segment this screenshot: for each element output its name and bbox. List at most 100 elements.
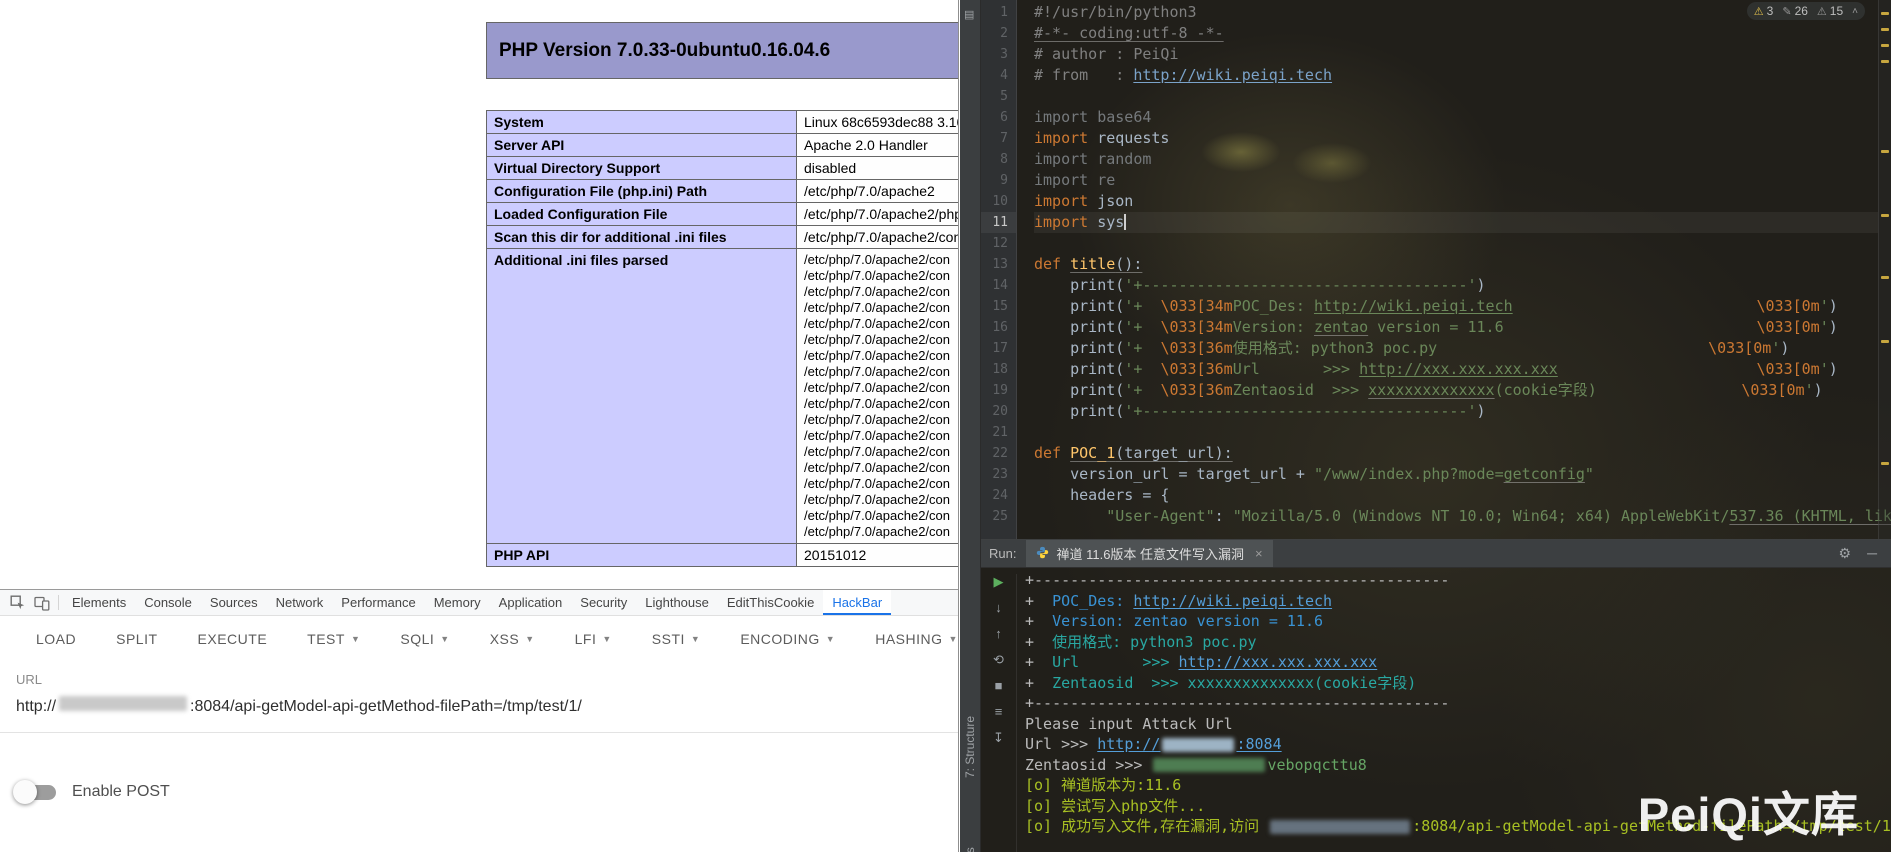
warning-tick[interactable] <box>1881 462 1889 465</box>
line-number: 12 <box>981 233 1016 254</box>
hackbar-button-split[interactable]: SPLIT <box>116 631 157 647</box>
ini-file-path: /etc/php/7.0/apache2/con <box>804 428 958 444</box>
enable-post-toggle[interactable] <box>16 785 56 800</box>
devtools-tab-hackbar[interactable]: HackBar <box>823 590 891 615</box>
devtools-tab-performance[interactable]: Performance <box>332 590 424 615</box>
warning-tick[interactable] <box>1881 340 1889 343</box>
devtools-tab-console[interactable]: Console <box>135 590 201 615</box>
token: json <box>1097 192 1133 210</box>
line-number: 20 <box>981 401 1016 422</box>
python-icon <box>1036 546 1049 562</box>
url-input[interactable]: http://:8084/api-getModel-api-getMethod-… <box>16 696 958 716</box>
token: print( <box>1034 297 1124 315</box>
token: #-*- coding:utf-8 -*- <box>1034 24 1224 42</box>
warning-tick[interactable] <box>1881 12 1889 15</box>
scroll-down-icon[interactable]: ↓ <box>990 600 1008 616</box>
token: ) <box>1780 339 1789 357</box>
hackbar-button-test[interactable]: TEST▼ <box>307 631 360 647</box>
devtools-tab-network[interactable]: Network <box>267 590 333 615</box>
link[interactable]: http://xxx.xxx.xxx.xxx <box>1179 653 1378 671</box>
settings-icon[interactable]: ⚙ <box>1839 545 1852 562</box>
token: import re <box>1034 171 1115 189</box>
code-line: print('+ \033[36mUrl >>> http://xxx.xxx.… <box>1034 359 1878 380</box>
button-label: EXECUTE <box>198 631 268 647</box>
phpinfo-page: PHP Version 7.0.33-0ubuntu0.16.04.6 Syst… <box>0 0 958 589</box>
link[interactable]: http:// <box>1097 735 1160 753</box>
code-editor[interactable]: 1234567891011121314151617181920212223242… <box>981 0 1891 539</box>
warning-tick[interactable] <box>1881 28 1889 31</box>
devtools-tab-security[interactable]: Security <box>571 590 636 615</box>
chevron-up-icon[interactable]: ˄ <box>1852 6 1858 17</box>
code-line: print('+ \033[36mZentaosid >>> xxxxxxxxx… <box>1034 380 1878 401</box>
token: '+ <box>1124 360 1160 378</box>
devtools-tab-editthiscookie[interactable]: EditThisCookie <box>718 590 823 615</box>
token <box>1034 507 1106 525</box>
toolwindow-favorites-button[interactable]: 2: Favorites <box>963 800 977 852</box>
console-line: + Version: zentao version = 11.6 <box>1025 611 1891 632</box>
token: (target_url): <box>1115 444 1232 462</box>
token: [o] 禅道版本为:11.6 <box>1025 776 1181 794</box>
hackbar-button-xss[interactable]: XSS▼ <box>490 631 535 647</box>
link[interactable]: http://wiki.peiqi.tech <box>1133 592 1332 610</box>
button-label: SSTI <box>652 631 685 647</box>
ini-file-path: /etc/php/7.0/apache2/con <box>804 492 958 508</box>
close-icon[interactable]: × <box>1255 546 1263 561</box>
toolwindow-icon[interactable]: ▤ <box>964 8 974 21</box>
soft-wrap-icon[interactable]: ≡ <box>990 704 1008 720</box>
token: ) <box>1829 297 1838 315</box>
hackbar-button-load[interactable]: LOAD <box>36 631 76 647</box>
hackbar-button-encoding[interactable]: ENCODING▼ <box>740 631 835 647</box>
minimize-icon[interactable]: ─ <box>1867 545 1877 562</box>
hackbar-button-ssti[interactable]: SSTI▼ <box>652 631 701 647</box>
token: POC_1 <box>1070 444 1115 462</box>
restart-icon[interactable]: ⟲ <box>990 652 1008 668</box>
inspect-element-icon[interactable] <box>6 590 30 615</box>
url-prefix: http:// <box>16 698 56 715</box>
token: 使用格式: python3 poc.py <box>1233 339 1438 357</box>
warning-tick[interactable] <box>1881 276 1889 279</box>
token: import base64 <box>1034 108 1151 126</box>
devtools-tab-sources[interactable]: Sources <box>201 590 267 615</box>
stop-icon[interactable]: ■ <box>990 678 1008 694</box>
warning-tick[interactable] <box>1881 150 1889 153</box>
hackbar-button-sqli[interactable]: SQLI▼ <box>400 631 449 647</box>
token: + <box>1025 612 1052 630</box>
hackbar-button-lfi[interactable]: LFI▼ <box>575 631 612 647</box>
rerun-icon[interactable]: ▶ <box>990 574 1008 590</box>
link[interactable]: :8084 <box>1236 735 1281 753</box>
code-line: # from : http://wiki.peiqi.tech <box>1034 65 1878 86</box>
devtools-tab-elements[interactable]: Elements <box>63 590 135 615</box>
devtools-tab-memory[interactable]: Memory <box>425 590 490 615</box>
console-line: Url >>> http://:8084 <box>1025 734 1891 755</box>
run-tab[interactable]: 禅道 11.6版本 任意文件写入漏洞 × <box>1026 540 1272 567</box>
phpinfo-table: SystemLinux 68c6593dec88 3.10.0Server AP… <box>486 110 958 567</box>
link[interactable]: http://xxx.xxx.xxx.xxx <box>1359 360 1558 378</box>
clear-icon[interactable]: ↧ <box>990 730 1008 746</box>
ini-file-path: /etc/php/7.0/apache2/con <box>804 252 958 268</box>
link[interactable]: http://wiki.peiqi.tech <box>1314 297 1513 315</box>
redacted-host <box>59 696 187 711</box>
hackbar-button-execute[interactable]: EXECUTE <box>198 631 268 647</box>
ini-file-path: /etc/php/7.0/apache2/con <box>804 524 958 540</box>
warning-tick[interactable] <box>1881 214 1889 217</box>
devtools-tab-lighthouse[interactable]: Lighthouse <box>636 590 718 615</box>
warning-tick[interactable] <box>1881 60 1889 63</box>
token <box>1558 360 1757 378</box>
error-stripe[interactable] <box>1878 0 1891 539</box>
token: (cookie字段) <box>1495 381 1597 399</box>
device-toolbar-icon[interactable] <box>30 590 54 615</box>
ini-file-path: /etc/php/7.0/apache2/con <box>804 412 958 428</box>
link[interactable]: http://wiki.peiqi.tech <box>1133 66 1332 84</box>
code-line <box>1034 233 1878 254</box>
token: \033[0m <box>1757 360 1820 378</box>
token <box>1504 318 1757 336</box>
warning-tick[interactable] <box>1881 44 1889 47</box>
devtools-tab-application[interactable]: Application <box>490 590 572 615</box>
inspections-widget[interactable]: ⚠3 ✎26 ⚠15 ˄ <box>1747 2 1865 20</box>
scroll-up-icon[interactable]: ↑ <box>990 626 1008 642</box>
toolwindow-structure-button[interactable]: 7: Structure <box>963 682 977 778</box>
token: requests <box>1097 129 1169 147</box>
hackbar-button-hashing[interactable]: HASHING▼ <box>875 631 958 647</box>
line-number: 24 <box>981 485 1016 506</box>
token: Zentaosid >>> <box>1233 381 1368 399</box>
